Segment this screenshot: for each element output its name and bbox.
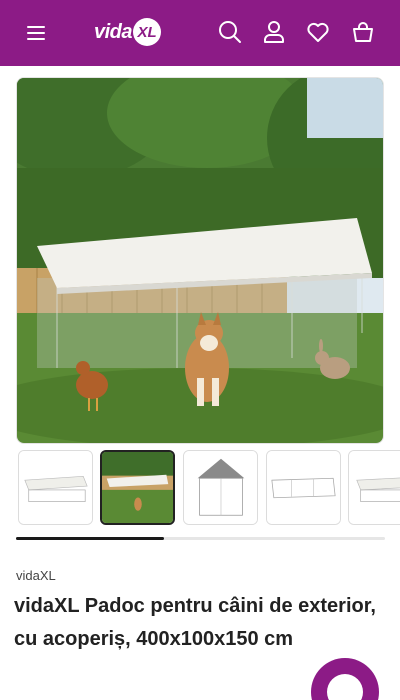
thumbnail-strip[interactable] <box>18 450 400 526</box>
heart-icon[interactable] <box>305 19 331 45</box>
user-icon[interactable] <box>261 19 287 45</box>
product-title: vidaXL Padoc pentru câini de exterior, c… <box>14 595 376 650</box>
site-header: vida XL <box>0 0 400 66</box>
logo-text: vida <box>94 20 133 43</box>
chat-icon <box>327 674 363 700</box>
product-main-image[interactable] <box>16 77 384 444</box>
thumbnail-5[interactable] <box>348 450 400 525</box>
thumbnail-1[interactable] <box>18 450 93 525</box>
thumbnail-4[interactable] <box>266 450 341 525</box>
logo-badge: XL <box>133 18 162 46</box>
vidaxl-logo[interactable]: vida XL <box>94 17 162 47</box>
cart-icon[interactable] <box>350 19 376 45</box>
product-brand[interactable]: vidaXL <box>16 568 56 583</box>
thumbnail-scrollbar[interactable] <box>16 537 385 540</box>
menu-icon[interactable] <box>24 22 50 44</box>
scrollbar-thumb[interactable] <box>16 537 164 540</box>
thumbnail-3[interactable] <box>183 450 258 525</box>
search-icon[interactable] <box>217 19 243 45</box>
thumbnail-2[interactable] <box>100 450 175 525</box>
chat-button[interactable] <box>311 658 379 700</box>
